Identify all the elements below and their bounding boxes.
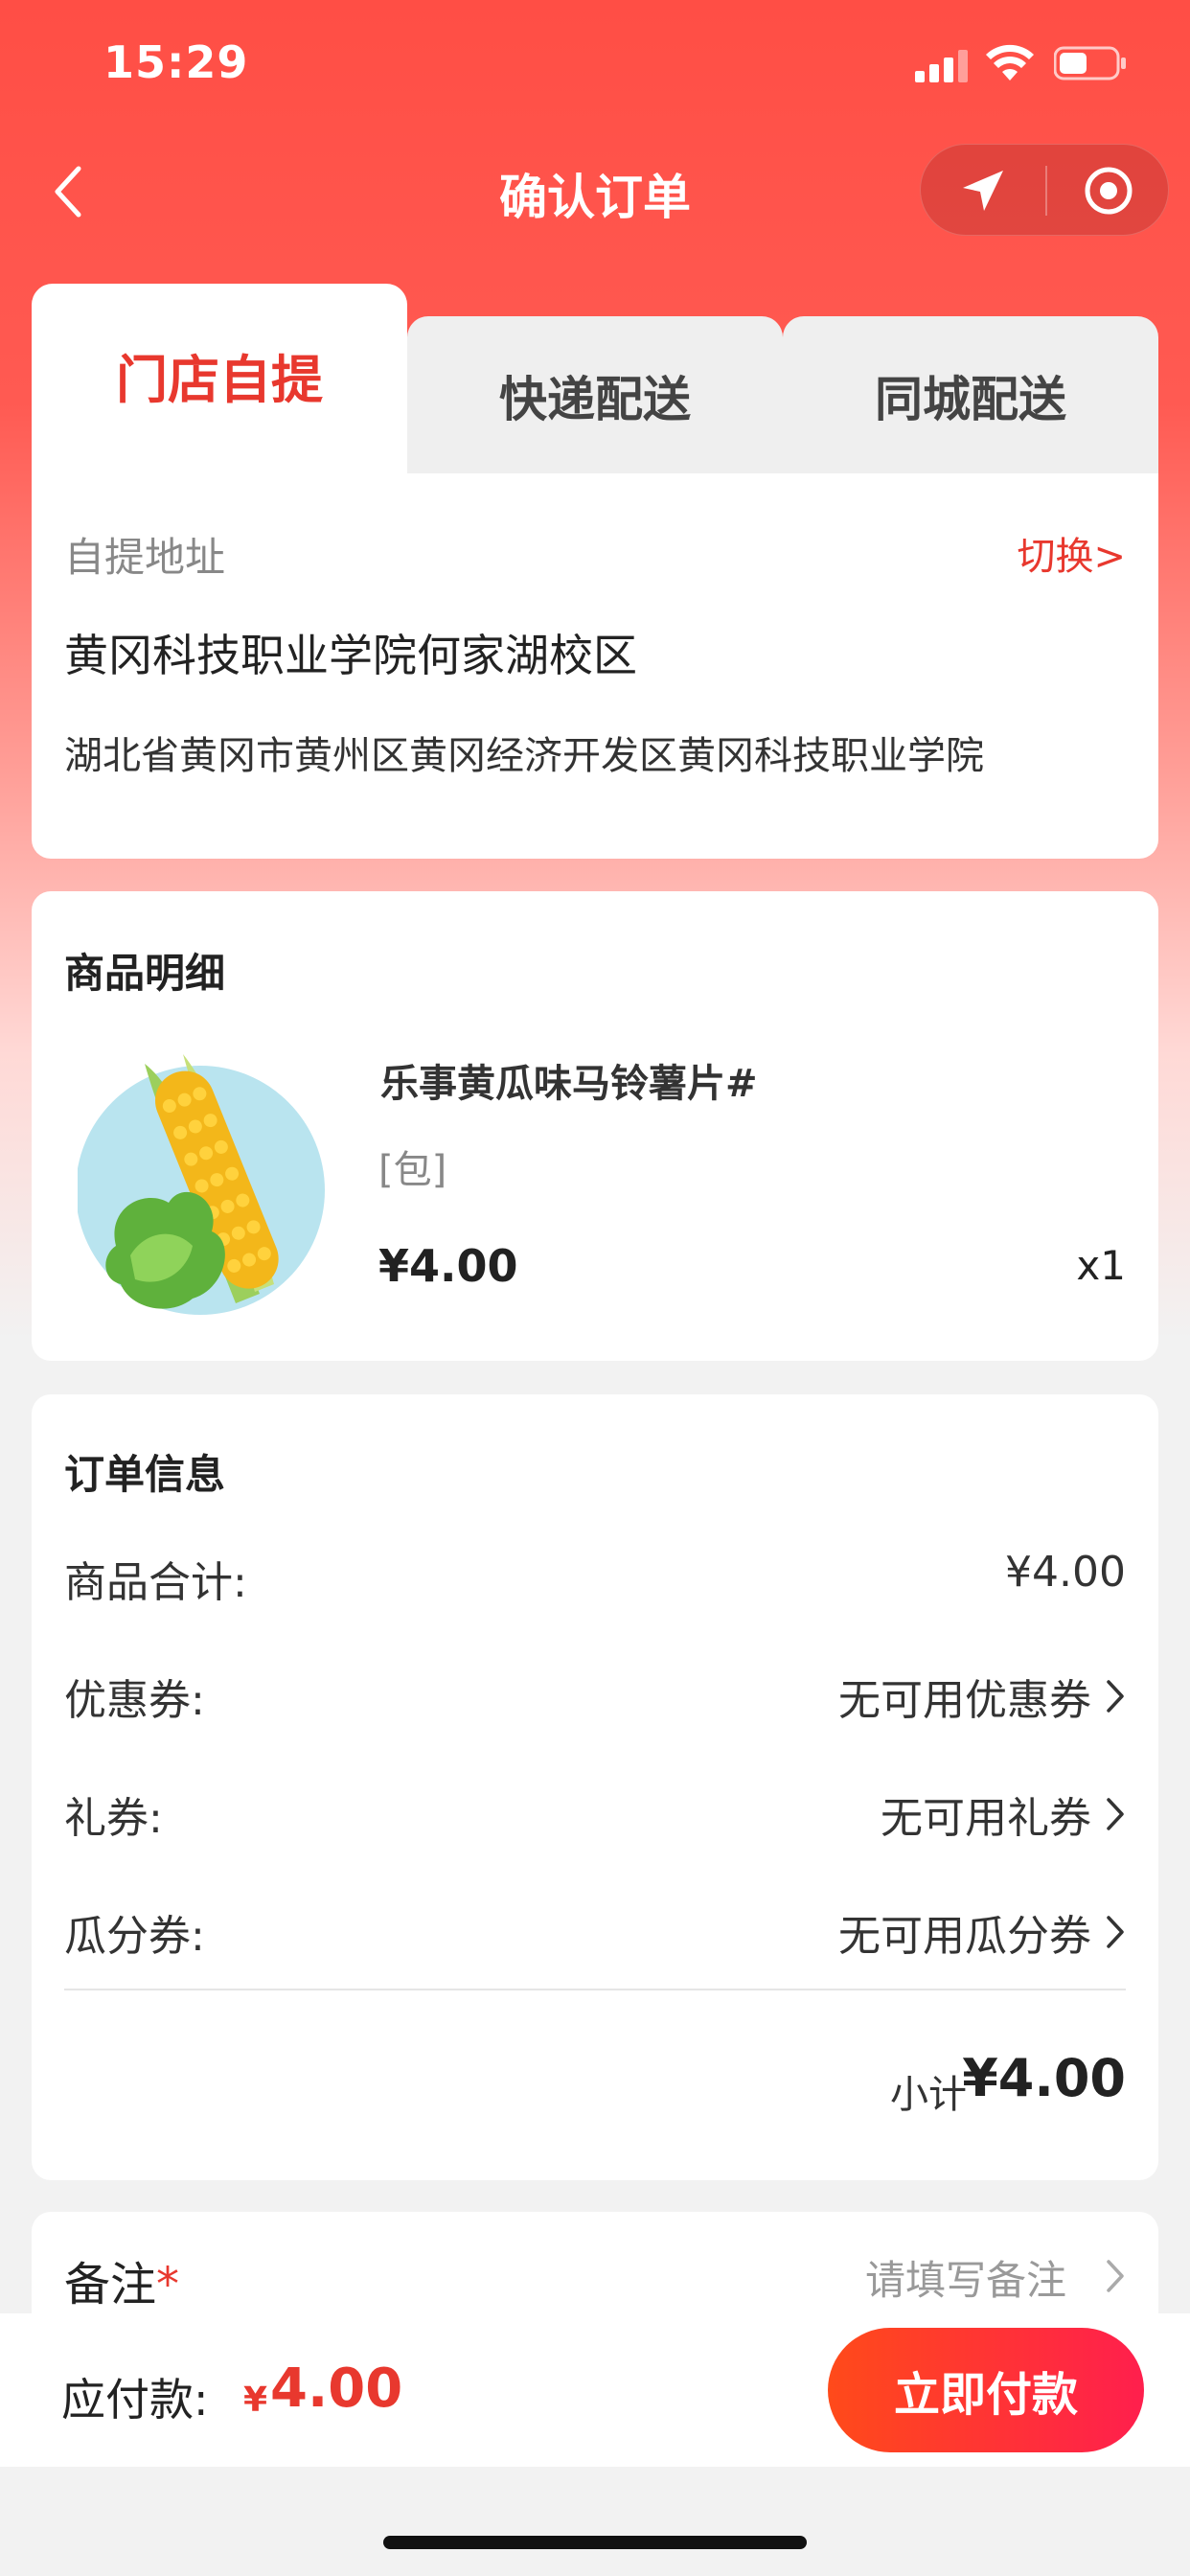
product-price: ¥4.00 <box>378 1240 518 1292</box>
switch-address-link[interactable]: 切换> <box>1017 525 1126 581</box>
split-coupon-label: 瓜分券: <box>64 1912 205 1961</box>
battery-icon <box>1054 46 1126 80</box>
pickup-address-detail: 湖北省黄冈市黄州区黄冈经济开发区黄冈科技职业学院 <box>64 734 984 778</box>
close-miniprogram-button[interactable] <box>1047 145 1170 237</box>
tab-local-delivery[interactable]: 同城配送 <box>783 316 1158 475</box>
gift-coupon-label: 礼券: <box>64 1794 163 1843</box>
status-time: 15:29 <box>103 36 249 88</box>
gift-coupon-value-group: 无可用礼券 <box>881 1783 1126 1845</box>
target-circle-icon <box>1085 167 1133 215</box>
order-info-title: 订单信息 <box>64 1451 226 1498</box>
miniprogram-capsule <box>920 144 1169 236</box>
remark-label-text: 备注 <box>64 2258 157 2312</box>
order-info-card: 订单信息 商品合计: ¥4.00 优惠券: 无可用优惠券 礼券: 无可用礼券 瓜… <box>32 1394 1158 2180</box>
home-indicator <box>383 2536 807 2549</box>
goods-total-row: 商品合计: ¥4.00 <box>64 1548 1126 1607</box>
pickup-address-label: 自提地址 <box>64 534 226 581</box>
chevron-right-icon <box>1107 1798 1124 1830</box>
chevron-right-icon <box>1107 1916 1124 1948</box>
tab-store-pickup[interactable]: 门店自提 <box>32 284 407 475</box>
pay-now-button[interactable]: 立即付款 <box>828 2328 1144 2452</box>
tab-express-delivery[interactable]: 快递配送 <box>407 316 783 475</box>
wifi-icon <box>986 44 1034 80</box>
split-coupon-row[interactable]: 瓜分券: 无可用瓜分券 <box>64 1901 1126 1961</box>
goods-total-value: ¥4.00 <box>1005 1548 1126 1597</box>
product-unit: [包] <box>378 1148 447 1192</box>
goods-total-label: 商品合计: <box>64 1558 247 1607</box>
product-quantity: x1 <box>1076 1242 1126 1289</box>
split-coupon-value-group: 无可用瓜分券 <box>838 1901 1126 1963</box>
subtotal-label: 小计 <box>890 2073 967 2117</box>
product-image[interactable] <box>78 1035 336 1322</box>
nav-bar: 确认订单 <box>0 144 1190 240</box>
status-bar: 15:29 <box>0 0 1190 134</box>
delivery-tabs: 快递配送 同城配送 门店自提 <box>32 284 1158 475</box>
coupon-value-group: 无可用优惠券 <box>838 1666 1126 1727</box>
pickup-address-card: 自提地址 切换> 黄冈科技职业学院何家湖校区 湖北省黄冈市黄州区黄冈经济开发区黄… <box>32 473 1158 859</box>
payable-currency: ¥ <box>243 2380 268 2420</box>
checkout-bar: 应付款: ¥ 4.00 立即付款 <box>0 2313 1190 2467</box>
remark-label: 备注* <box>64 2246 179 2313</box>
payable-amount: 4.00 <box>270 2358 403 2420</box>
chevron-right-icon <box>1107 1680 1124 1713</box>
divider <box>64 1989 1126 1990</box>
product-name: 乐事黄瓜味马铃薯片# <box>380 1062 758 1106</box>
payable-label: 应付款: <box>61 2374 209 2426</box>
required-mark: * <box>156 2258 180 2312</box>
coupon-label: 优惠券: <box>64 1676 205 1725</box>
product-detail-card: 商品明细 乐事黄瓜味马铃薯片# [包] ¥4.00 x1 <box>32 891 1158 1361</box>
gift-coupon-value: 无可用礼券 <box>881 1794 1091 1843</box>
location-button[interactable] <box>921 145 1045 237</box>
product-section-title: 商品明细 <box>64 950 226 997</box>
split-coupon-value: 无可用瓜分券 <box>838 1912 1091 1961</box>
gift-coupon-row[interactable]: 礼券: 无可用礼券 <box>64 1783 1126 1843</box>
chevron-right-icon <box>1107 2260 1124 2292</box>
coupon-value: 无可用优惠券 <box>838 1676 1091 1725</box>
coupon-row[interactable]: 优惠券: 无可用优惠券 <box>64 1666 1126 1725</box>
subtotal-value: ¥4.00 <box>962 2048 1126 2108</box>
navigation-arrow-icon <box>963 171 1003 211</box>
pickup-store-name: 黄冈科技职业学院何家湖校区 <box>64 630 637 681</box>
remark-input-placeholder[interactable]: 请填写备注 <box>865 2248 1066 2307</box>
signal-icon <box>915 50 968 82</box>
